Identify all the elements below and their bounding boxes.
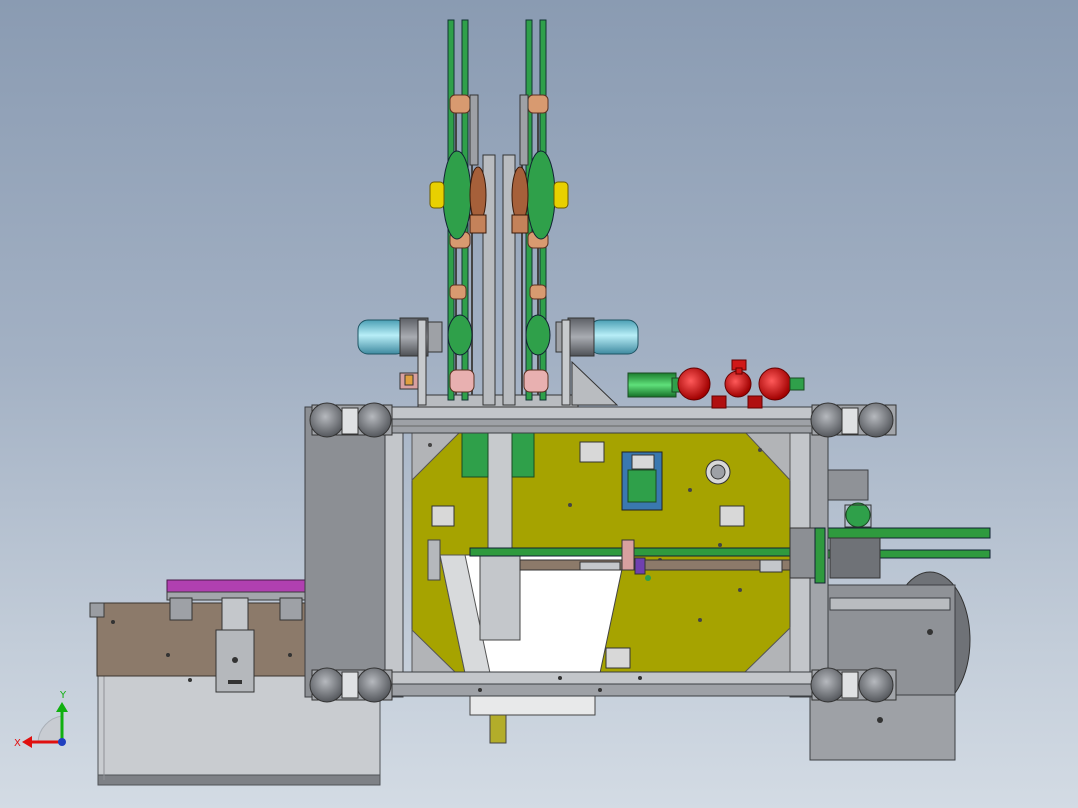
cad-viewport[interactable]: Y X [0, 0, 1078, 808]
bottom-frame-bar [384, 671, 831, 697]
y-axis-label: Y [59, 690, 67, 701]
cyan-motors [357, 317, 639, 357]
top-frame-bar [384, 406, 831, 434]
red-pump-assembly [627, 359, 805, 409]
machine-assembly-drawing: Y X [14, 19, 991, 786]
z-axis-dot [58, 738, 66, 746]
left-brown-plate [89, 579, 308, 693]
x-axis-label: X [14, 738, 21, 749]
right-lower-assembly [809, 469, 991, 761]
axis-triad: Y X [14, 690, 68, 749]
main-frame-left-block [304, 406, 404, 698]
